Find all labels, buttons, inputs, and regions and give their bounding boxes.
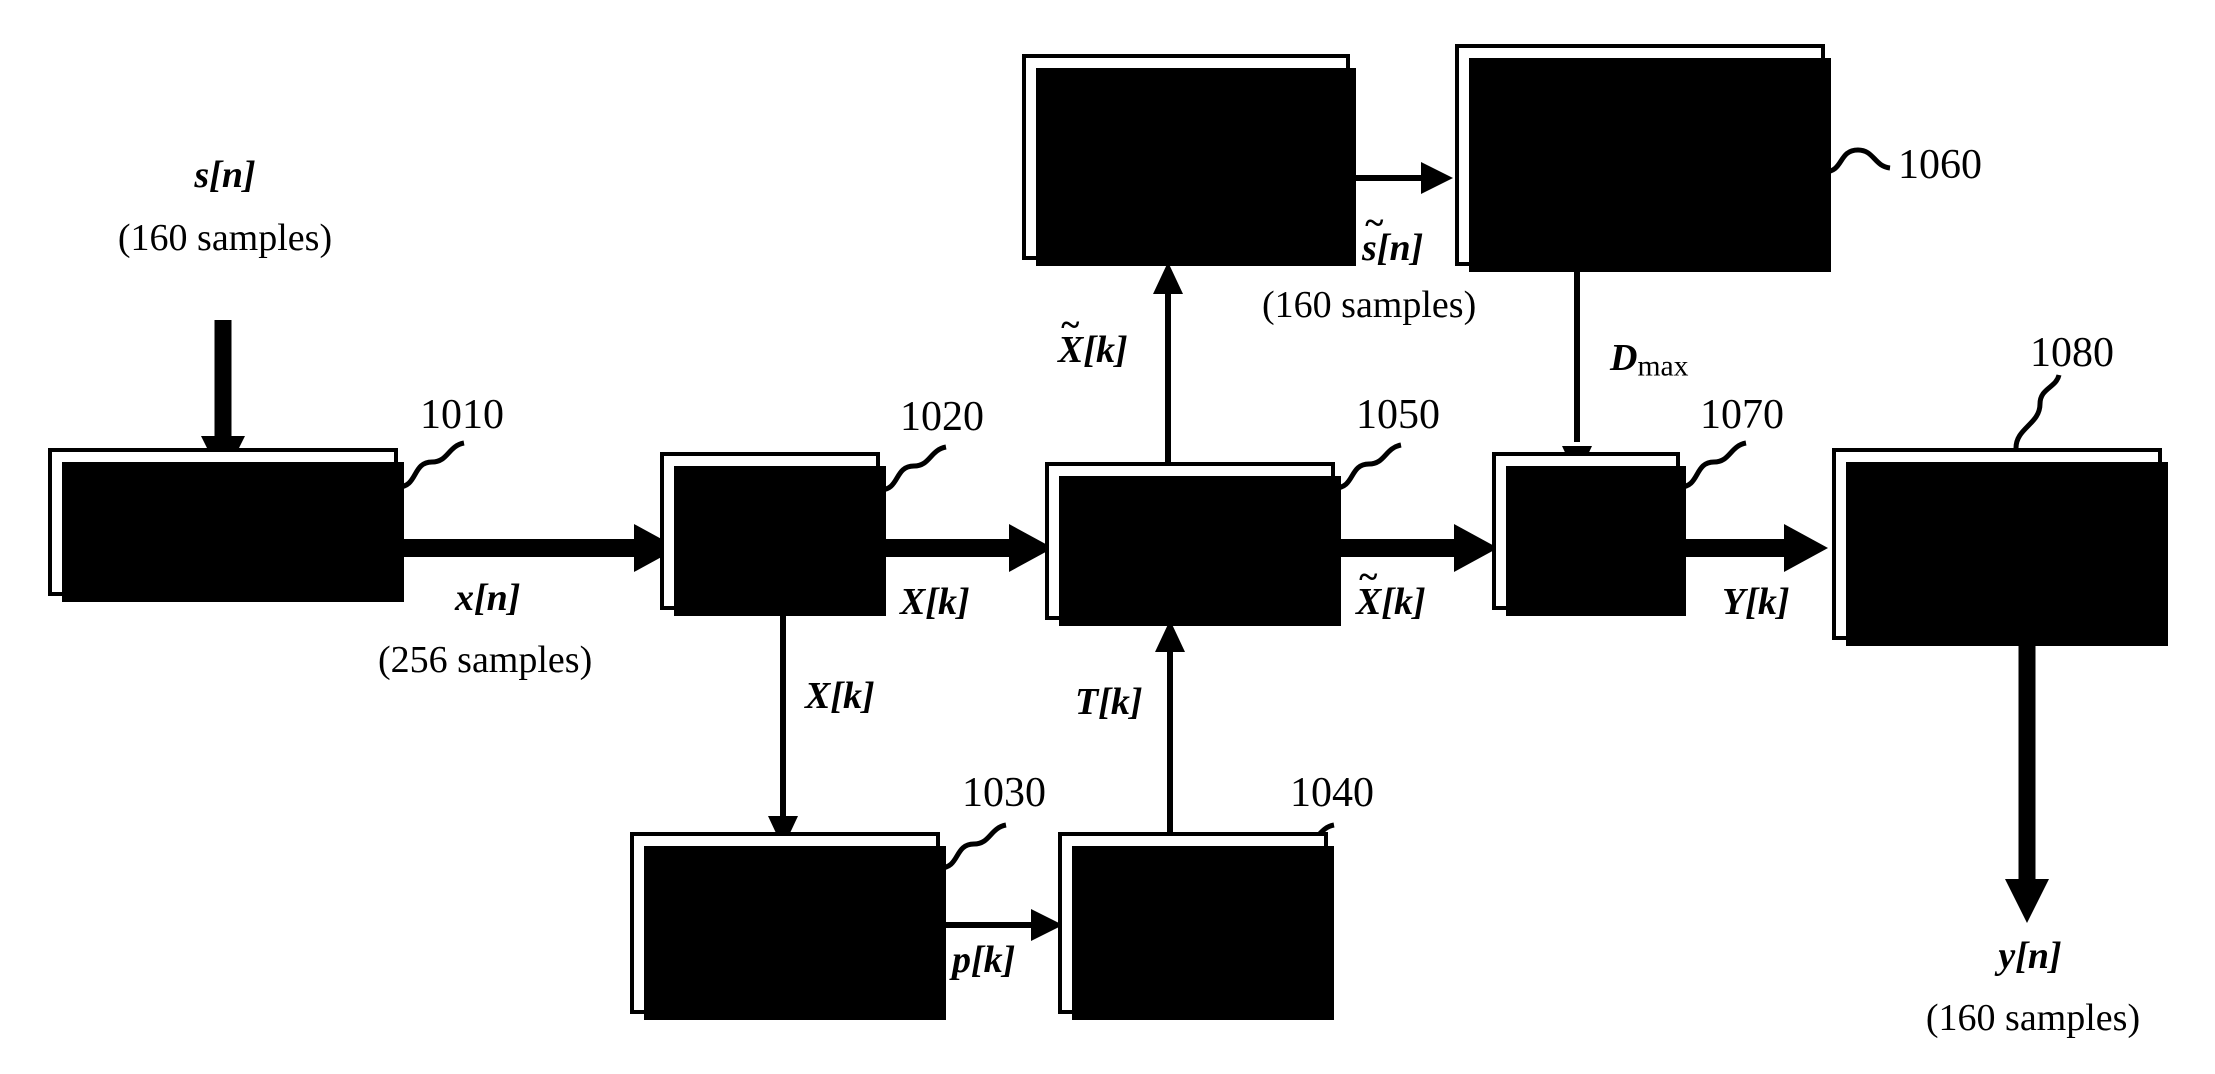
block-line: Normalization/ [66, 478, 303, 522]
block-line: RPE [1550, 508, 1622, 552]
tilde-accent: ~ [1060, 305, 1080, 344]
block-line: Filtering [1122, 518, 1258, 562]
wire-psd-to-masking [940, 909, 1063, 941]
leader-1060 [1823, 147, 1891, 175]
block-fft[interactable]: FFT [660, 452, 886, 616]
wire-masking-to-filtering [1155, 620, 1185, 860]
block-line: inverse- [1200, 113, 1327, 157]
wire-ifft-output-to-yn [2005, 640, 2049, 923]
leader-1010 [397, 440, 465, 490]
block-masking-threshold-calculation[interactable]: Masking threshold calculation [1058, 832, 1334, 1020]
label-output-yn: y[n] [1998, 935, 2062, 977]
label-tk: T[k] [1075, 681, 1143, 723]
tilde-accent: ~ [1358, 557, 1378, 596]
label-input-sn-samples: (160 samples) [117, 217, 333, 259]
block-ifft-inverse-normalization-top[interactable]: IFFT and inverse- normalization [1022, 54, 1356, 266]
label-pk: p[k] [952, 939, 1016, 981]
block-line: inverse- [2011, 500, 2138, 544]
ref-number-1040: 1040 [1290, 770, 1374, 816]
leader-1020 [879, 444, 947, 493]
leader-1030 [939, 822, 1007, 871]
label-xn-samples: (256 samples) [378, 639, 593, 681]
wire-filtering-to-ifft-top [1153, 262, 1183, 470]
label-xtilde-to-rpe: ~ X[k] [1356, 559, 1426, 624]
block-rpe[interactable]: RPE [1492, 452, 1686, 616]
leader-1050 [1334, 442, 1402, 491]
figure-canvas: Normalization/ zero padding FFT Calculat… [0, 0, 2215, 1074]
block-line: calculation [1107, 943, 1279, 987]
wire-fft-to-filtering [880, 524, 1053, 572]
block-line: threshold [1120, 900, 1266, 944]
label-xn: x[n] [455, 577, 521, 619]
block-calculation-of-psd-estimate[interactable]: Calculation of PSD estimate [630, 832, 946, 1020]
block-line: Masking [1124, 858, 1262, 902]
block-ifft-inverse-normalization-output[interactable]: IFFT and inverse- normalization [1832, 448, 2168, 646]
block-line: IFFT and [1045, 113, 1192, 157]
label-xtilde-to-ifft: ~ X[k] [1058, 307, 1128, 372]
ref-number-1050: 1050 [1356, 392, 1440, 438]
wire-fft-to-psd [768, 610, 798, 848]
label-input-sn: s[n] [194, 154, 256, 196]
block-line: EVRC noise [1541, 90, 1739, 134]
block-line: FFT [736, 508, 804, 552]
label-stilde: ~ s[n] [1362, 205, 1423, 270]
block-line: normalization [1077, 156, 1295, 199]
label-stilde-samples: (160 samples) [1262, 284, 1477, 326]
label-dmax-base: D [1610, 337, 1638, 379]
label-dmax: Dmax [1610, 337, 1689, 383]
leader-1080 [2013, 374, 2062, 449]
wire-ifft-top-to-evrc [1350, 162, 1453, 194]
tilde-accent: ~ [1364, 203, 1384, 242]
ref-number-1030: 1030 [962, 770, 1046, 816]
ref-number-1080: 1080 [2030, 330, 2114, 376]
label-yk: Y[k] [1722, 581, 1790, 623]
wire-normalization-to-fft [398, 524, 678, 572]
wire-evrc-to-rpe [1562, 272, 1592, 478]
label-xk-to-filtering: X[k] [900, 581, 970, 623]
block-normalization-zero-padding[interactable]: Normalization/ zero padding [48, 448, 404, 602]
block-line: Calculation [673, 879, 854, 923]
ref-number-1070: 1070 [1700, 392, 1784, 438]
block-line: IFFT and [1856, 500, 2003, 544]
ref-number-1010: 1010 [420, 392, 504, 438]
label-xk-to-psd: X[k] [805, 675, 875, 717]
label-dmax-subscript: max [1637, 350, 1689, 383]
ref-number-1020: 1020 [900, 394, 984, 440]
wire-rpe-to-ifft-output [1680, 524, 1828, 572]
leader-1070 [1679, 440, 1747, 490]
label-output-yn-samples: (160 samples) [1925, 997, 2141, 1039]
block-evrc-noise-suppression-pitch-calculation[interactable]: EVRC noise suppression/ pitch calculatio… [1455, 44, 1831, 272]
block-filtering[interactable]: Filtering [1045, 462, 1341, 626]
block-line: suppression/ [1498, 132, 1694, 176]
block-line: estimate [760, 922, 891, 965]
block-line: normalization [1888, 543, 2106, 586]
ref-number-1060: 1060 [1898, 142, 1982, 188]
